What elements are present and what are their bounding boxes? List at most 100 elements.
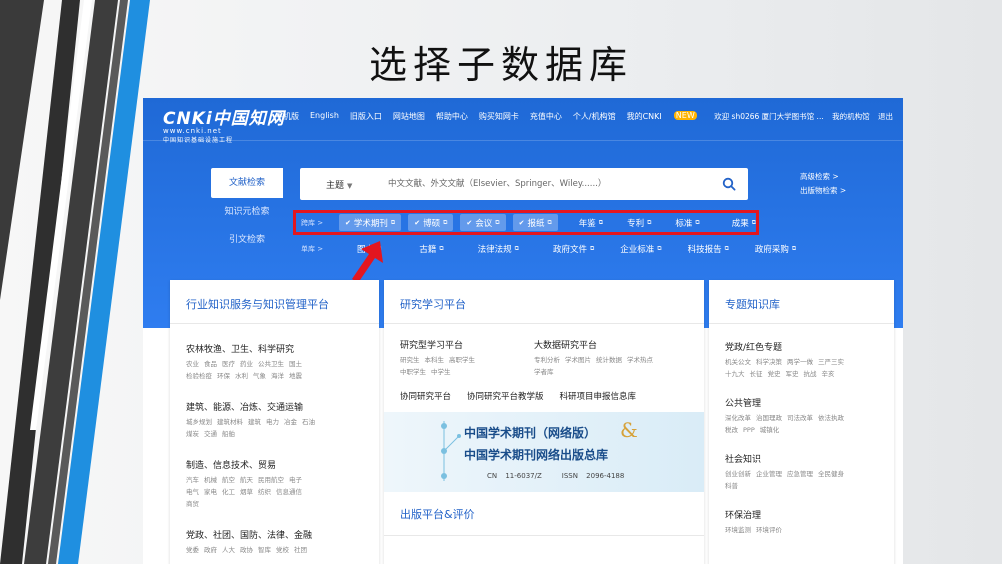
sub-link[interactable]: 长征 [750,370,763,378]
search-field-select[interactable]: 主题 ▼ [326,178,352,191]
sub-link[interactable]: 科普 [725,482,738,490]
sub-link[interactable]: 信息通信 [276,488,302,496]
sub-link[interactable]: 司法改革 [787,414,813,422]
topnav-personal[interactable]: 个人/机构馆 [573,111,616,122]
topnav-old-version[interactable]: 旧版入口 [350,111,382,122]
sub-link[interactable]: 烟草 [240,488,253,496]
db-chip-tech-report[interactable]: 科技报告 ⧉ [682,240,735,257]
category-title[interactable]: 党政、社团、国防、法律、金融 [186,528,363,541]
sub-link[interactable]: 政协 [240,546,253,554]
sub-link[interactable]: 深化改革 [725,414,751,422]
sub-link[interactable]: 交通 [204,430,217,438]
sub-link[interactable]: 环境评价 [756,526,782,534]
my-institution-link[interactable]: 我的机构馆 [832,112,870,121]
topic-title[interactable]: 党政/红色专题 [725,340,878,353]
sub-link[interactable]: 学术热点 [627,356,653,364]
sub-link[interactable]: 中职学生 [400,368,426,376]
sub-link[interactable]: 十九大 [725,370,745,378]
topic-title[interactable]: 社会知识 [725,452,878,465]
project-info-link[interactable]: 科研项目申报信息库 [560,390,637,402]
topic-title[interactable]: 环保治理 [725,508,878,521]
sub-link[interactable]: 辛亥 [822,370,835,378]
sub-link[interactable]: 家电 [204,488,217,496]
sub-link[interactable]: 化工 [222,488,235,496]
sub-link[interactable]: 城镇化 [760,426,780,434]
sub-link[interactable]: 全民健身 [818,470,844,478]
sub-link[interactable]: 依法执政 [818,414,844,422]
sub-link[interactable]: 城乡规划 [186,418,212,426]
sub-link[interactable]: 机械 [204,476,217,484]
sub-link[interactable]: 企业管理 [756,470,782,478]
sub-link[interactable]: 水利 [235,372,248,380]
sub-link[interactable]: 农业 [186,360,199,368]
sub-link[interactable]: 两学一做 [787,358,813,366]
sub-link[interactable]: 气象 [253,372,266,380]
single-db-prefix[interactable]: 单库 > [301,244,327,254]
big-data-title[interactable]: 大数据研究平台 [534,338,684,351]
advanced-search-link[interactable]: 高级检索 > [800,170,846,184]
sub-link[interactable]: 检验检疫 [186,372,212,380]
sub-link[interactable]: 三严三实 [818,358,844,366]
sub-link[interactable]: 军史 [786,370,799,378]
cnki-logo[interactable]: CNKi中国知网 www.cnki.net 中国知识基础设施工程 [163,104,285,144]
sub-link[interactable]: 应急管理 [787,470,813,478]
sub-link[interactable]: 纺织 [258,488,271,496]
research-learning-title[interactable]: 研究型学习平台 [400,338,534,351]
topnav-my-cnki[interactable]: 我的CNKI NEW [627,111,708,122]
sub-link[interactable]: 石油 [302,418,315,426]
topnav-mobile[interactable]: 手机版 [275,111,299,122]
sub-link[interactable]: 商贸 [186,500,199,508]
sub-link[interactable]: 航天 [240,476,253,484]
topnav-sitemap[interactable]: 网站地图 [393,111,425,122]
panel-title[interactable]: 行业知识服务与知识管理平台 [170,280,379,324]
sub-link[interactable]: 税改 [725,426,738,434]
sub-link[interactable]: 国土 [289,360,302,368]
publishing-title[interactable]: 出版平台&评价 [384,492,704,536]
sub-link[interactable]: 抗战 [804,370,817,378]
sub-link[interactable]: 民用航空 [258,476,284,484]
tab-citation-search[interactable]: 引文检索 [211,226,283,254]
sub-link[interactable]: 建筑 [248,418,261,426]
collab-teaching-link[interactable]: 协同研究平台教学版 [467,390,544,402]
sub-link[interactable]: 环保 [217,372,230,380]
tab-knowledge-search[interactable]: 知识元检索 [211,198,283,226]
topnav-help[interactable]: 帮助中心 [436,111,468,122]
sub-link[interactable]: 地震 [289,372,302,380]
sub-link[interactable]: 专利分析 [534,356,560,364]
sub-link[interactable]: PPP [743,426,755,434]
sub-link[interactable]: 食品 [204,360,217,368]
sub-link[interactable]: 电子 [289,476,302,484]
panel-title[interactable]: 专题知识库 [709,280,894,324]
db-chip-gov-procurement[interactable]: 政府采购 ⧉ [749,240,802,257]
collab-platform-link[interactable]: 协同研究平台 [400,390,451,402]
sub-link[interactable]: 党校 [276,546,289,554]
sub-link[interactable]: 学术图片 [565,356,591,364]
logout-link[interactable]: 退出 [878,112,893,121]
db-chip-laws[interactable]: 法律法规 ⧉ [472,240,525,257]
search-input[interactable] [388,173,708,195]
db-chip-enterprise-std[interactable]: 企业标准 ⧉ [614,240,667,257]
db-chip-gov-docs[interactable]: 政府文件 ⧉ [547,240,600,257]
sub-link[interactable]: 中学生 [431,368,451,376]
sub-link[interactable]: 党史 [768,370,781,378]
sub-link[interactable]: 社团 [294,546,307,554]
topnav-english[interactable]: English [310,111,339,122]
topic-title[interactable]: 公共管理 [725,396,878,409]
sub-link[interactable]: 海洋 [271,372,284,380]
sub-link[interactable]: 党委 [186,546,199,554]
sub-link[interactable]: 环境监测 [725,526,751,534]
search-icon[interactable] [722,177,736,191]
sub-link[interactable]: 冶金 [284,418,297,426]
sub-link[interactable]: 电气 [186,488,199,496]
sub-link[interactable]: 智库 [258,546,271,554]
sub-link[interactable]: 船舶 [222,430,235,438]
journal-banner[interactable]: 中国学术期刊（网络版） & 中国学术期刊网络出版总库 CN 11-6037/Z I… [384,412,704,492]
panel-title[interactable]: 研究学习平台 [384,280,704,324]
sub-link[interactable]: 本科生 [425,356,445,364]
sub-link[interactable]: 煤炭 [186,430,199,438]
topnav-recharge[interactable]: 充值中心 [530,111,562,122]
sub-link[interactable]: 机关公文 [725,358,751,366]
sub-link[interactable]: 研究生 [400,356,420,364]
category-title[interactable]: 农林牧渔、卫生、科学研究 [186,342,363,355]
sub-link[interactable]: 公共卫生 [258,360,284,368]
